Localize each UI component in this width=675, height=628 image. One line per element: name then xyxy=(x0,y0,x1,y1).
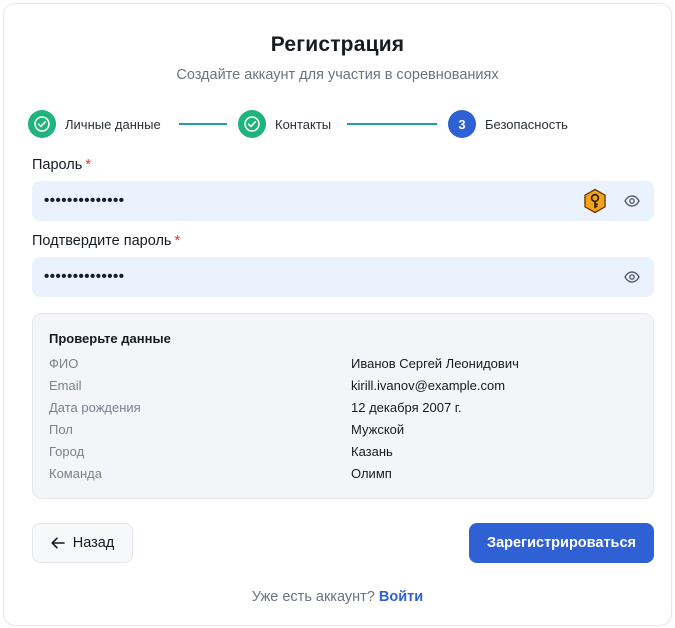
step-personal[interactable]: Личные данные xyxy=(28,109,161,139)
review-title: Проверьте данные xyxy=(49,331,171,346)
review-row: Email kirill.ivanov@example.com xyxy=(49,378,637,396)
register-button[interactable]: Зарегистрироваться xyxy=(469,523,654,563)
key-badge-icon[interactable] xyxy=(582,188,608,214)
step-security[interactable]: 3 Безопасность xyxy=(448,109,568,139)
step-connector xyxy=(347,123,437,125)
review-key: Город xyxy=(49,444,85,459)
confirm-password-value: •••••••••••••• xyxy=(44,268,125,285)
review-key: Дата рождения xyxy=(49,400,141,415)
login-prompt: Уже есть аккаунт? Войти xyxy=(4,589,671,605)
step-number: 3 xyxy=(448,110,476,138)
password-label: Пароль * xyxy=(32,157,91,173)
password-field[interactable]: •••••••••••••• xyxy=(32,181,654,221)
registration-card: Регистрация Создайте аккаунт для участия… xyxy=(3,3,672,626)
step-label: Безопасность xyxy=(485,116,568,132)
review-value: Иванов Сергей Леонидович xyxy=(351,356,519,371)
review-row: Пол Мужской xyxy=(49,422,637,440)
step-label: Личные данные xyxy=(65,116,161,132)
check-icon xyxy=(28,110,56,138)
review-key: Команда xyxy=(49,466,102,481)
eye-icon[interactable] xyxy=(622,267,642,287)
confirm-password-field[interactable]: •••••••••••••• xyxy=(32,257,654,297)
review-value: Олимп xyxy=(351,466,392,481)
required-mark: * xyxy=(85,157,91,173)
password-label-text: Пароль xyxy=(32,157,83,173)
step-contacts[interactable]: Контакты xyxy=(238,109,331,139)
review-row: Команда Олимп xyxy=(49,466,637,484)
check-icon xyxy=(238,110,266,138)
step-label: Контакты xyxy=(275,116,332,132)
step-connector xyxy=(179,123,227,125)
login-prompt-text: Уже есть аккаунт? xyxy=(251,589,375,605)
review-row: ФИО Иванов Сергей Леонидович xyxy=(49,356,637,374)
login-link[interactable]: Войти xyxy=(379,589,423,605)
review-key: Пол xyxy=(49,422,73,437)
page-title: Регистрация xyxy=(270,33,405,56)
back-button-label: Назад xyxy=(72,535,115,551)
confirm-password-label: Подтвердите пароль * xyxy=(32,233,180,249)
confirm-password-label-text: Подтвердите пароль xyxy=(32,233,172,249)
review-value: 12 декабря 2007 г. xyxy=(351,400,462,415)
review-value: Казань xyxy=(351,444,393,459)
review-key: ФИО xyxy=(49,356,79,371)
review-row: Дата рождения 12 декабря 2007 г. xyxy=(49,400,637,418)
review-row: Город Казань xyxy=(49,444,637,462)
eye-icon[interactable] xyxy=(622,191,642,211)
page-subtitle: Создайте аккаунт для участия в соревнова… xyxy=(176,67,499,83)
review-panel: Проверьте данные ФИО Иванов Сергей Леони… xyxy=(32,313,654,499)
review-value: kirill.ivanov@example.com xyxy=(351,378,506,393)
required-mark: * xyxy=(174,233,181,249)
review-value: Мужской xyxy=(351,422,405,437)
arrow-left-icon xyxy=(51,537,65,549)
review-key: Email xyxy=(49,378,82,393)
back-button[interactable]: Назад xyxy=(32,523,133,563)
password-value: •••••••••••••• xyxy=(44,192,125,209)
